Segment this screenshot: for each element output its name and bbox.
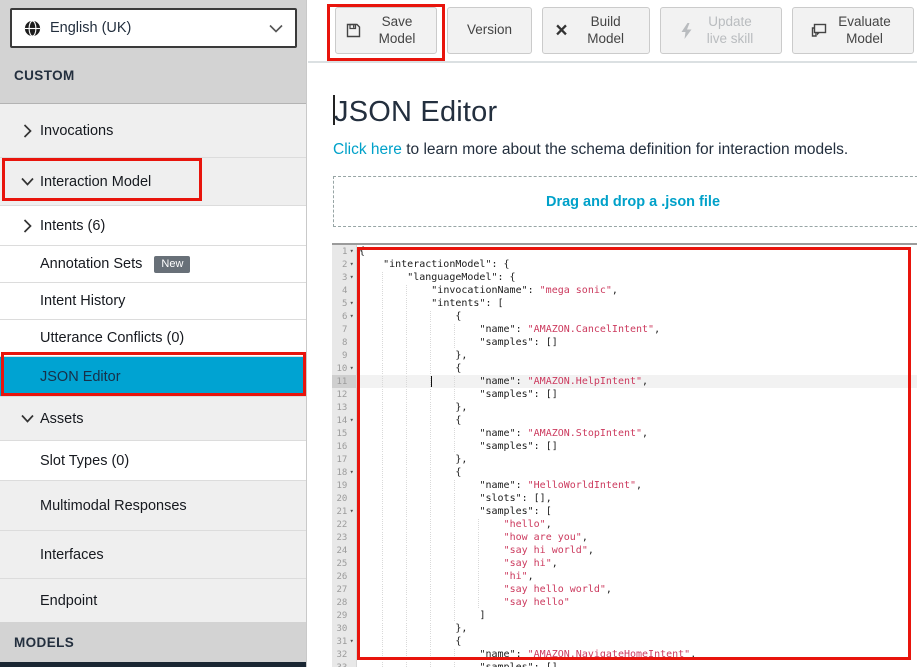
update-live-skill-button[interactable]: Update live skill <box>660 7 782 54</box>
sidebar-nav: Invocations Interaction Model Intents (6… <box>0 105 306 623</box>
json-code-editor[interactable]: 1▾2▾3▾45▾6▾78910▾11121314▾15161718▾19202… <box>332 243 917 667</box>
code-line[interactable]: }, <box>357 349 917 362</box>
code-line[interactable]: }, <box>357 401 917 414</box>
chevron-right-icon <box>14 124 40 138</box>
sidebar-item-multimodal-responses[interactable]: Multimodal Responses <box>0 481 306 531</box>
sidebar-item-annotation-sets[interactable]: Annotation Sets New <box>0 246 306 283</box>
chat-icon <box>811 23 827 38</box>
code-line[interactable]: "name": "AMAZON.HelpIntent", <box>357 375 917 388</box>
sidebar-item-json-editor[interactable]: JSON Editor <box>0 357 306 397</box>
code-line[interactable]: "interactionModel": { <box>357 258 917 271</box>
code-line[interactable]: "name": "HelloWorldIntent", <box>357 479 917 492</box>
sidebar-top: English (UK) CUSTOM <box>0 0 306 104</box>
code-line[interactable]: "say hello" <box>357 596 917 609</box>
sidebar-item-intents[interactable]: Intents (6) <box>0 206 306 246</box>
app-window: English (UK) CUSTOM Invocations Interact… <box>0 0 917 667</box>
code-line[interactable]: { <box>357 362 917 375</box>
custom-section-header: CUSTOM <box>0 68 306 83</box>
editor-code[interactable]: { "interactionModel": { "languageModel":… <box>357 245 917 667</box>
code-line[interactable]: { <box>357 414 917 427</box>
sidebar-item-interaction-model[interactable]: Interaction Model <box>0 158 306 206</box>
code-line[interactable]: }, <box>357 622 917 635</box>
code-line[interactable]: { <box>357 466 917 479</box>
code-line[interactable]: "say hello world", <box>357 583 917 596</box>
version-button[interactable]: Version <box>447 7 532 54</box>
sidebar: English (UK) CUSTOM Invocations Interact… <box>0 0 307 667</box>
code-line[interactable]: { <box>357 310 917 323</box>
evaluate-model-button[interactable]: Evaluate Model <box>792 7 914 54</box>
page-title: JSON Editor <box>333 95 497 129</box>
code-line[interactable]: "languageModel": { <box>357 271 917 284</box>
chevron-down-icon <box>14 414 40 423</box>
code-line[interactable]: "samples": [] <box>357 440 917 453</box>
editor-cursor <box>431 376 432 387</box>
sidebar-item-intent-history[interactable]: Intent History <box>0 283 306 320</box>
code-line[interactable]: "name": "AMAZON.NavigateHomeIntent", <box>357 648 917 661</box>
code-line[interactable]: "say hi", <box>357 557 917 570</box>
json-dropzone[interactable]: Drag and drop a .json file <box>333 176 917 227</box>
dropzone-label: Drag and drop a .json file <box>546 194 720 210</box>
code-line[interactable]: ] <box>357 609 917 622</box>
schema-help-text: Click here to learn more about the schem… <box>333 141 848 159</box>
code-line[interactable]: "say hi world", <box>357 544 917 557</box>
code-line[interactable]: "name": "AMAZON.StopIntent", <box>357 427 917 440</box>
code-line[interactable]: { <box>357 245 917 258</box>
sidebar-item-assets[interactable]: Assets <box>0 397 306 441</box>
build-model-button[interactable]: × Build Model <box>542 7 650 54</box>
language-selector[interactable]: English (UK) <box>10 8 297 48</box>
code-line[interactable]: "how are you", <box>357 531 917 544</box>
bolt-icon <box>681 23 692 39</box>
code-line[interactable]: "samples": [] <box>357 388 917 401</box>
save-model-button[interactable]: Save Model <box>335 7 437 54</box>
language-label: English (UK) <box>50 20 269 36</box>
code-line[interactable]: "slots": [], <box>357 492 917 505</box>
new-badge: New <box>154 256 190 273</box>
click-here-link[interactable]: Click here <box>333 141 402 158</box>
sidebar-item-interfaces[interactable]: Interfaces <box>0 531 306 579</box>
sidebar-item-invocations[interactable]: Invocations <box>0 105 306 158</box>
sidebar-item-slot-types[interactable]: Slot Types (0) <box>0 441 306 481</box>
code-line[interactable]: "samples": [] <box>357 661 917 667</box>
globe-icon <box>24 20 41 37</box>
code-line[interactable]: "name": "AMAZON.CancelIntent", <box>357 323 917 336</box>
chevron-right-icon <box>14 219 40 233</box>
build-icon: × <box>555 20 567 41</box>
code-line[interactable]: "samples": [] <box>357 336 917 349</box>
floppy-icon <box>346 23 361 38</box>
code-line[interactable]: "samples": [ <box>357 505 917 518</box>
sidebar-bottom-divider <box>0 662 306 667</box>
chevron-down-icon <box>14 177 40 186</box>
code-line[interactable]: { <box>357 635 917 648</box>
code-line[interactable]: "hello", <box>357 518 917 531</box>
code-line[interactable]: "invocationName": "mega sonic", <box>357 284 917 297</box>
code-line[interactable]: "hi", <box>357 570 917 583</box>
code-line[interactable]: "intents": [ <box>357 297 917 310</box>
sidebar-item-utterance-conflicts[interactable]: Utterance Conflicts (0) <box>0 320 306 357</box>
code-line[interactable]: }, <box>357 453 917 466</box>
editor-gutter: 1▾2▾3▾45▾6▾78910▾11121314▾15161718▾19202… <box>332 245 357 667</box>
toolbar: Save Model Version × Build Model Update … <box>308 0 917 63</box>
main-content: Save Model Version × Build Model Update … <box>308 0 917 667</box>
sidebar-item-endpoint[interactable]: Endpoint <box>0 579 306 623</box>
models-section-header: MODELS <box>0 622 306 662</box>
chevron-down-icon <box>269 24 283 33</box>
